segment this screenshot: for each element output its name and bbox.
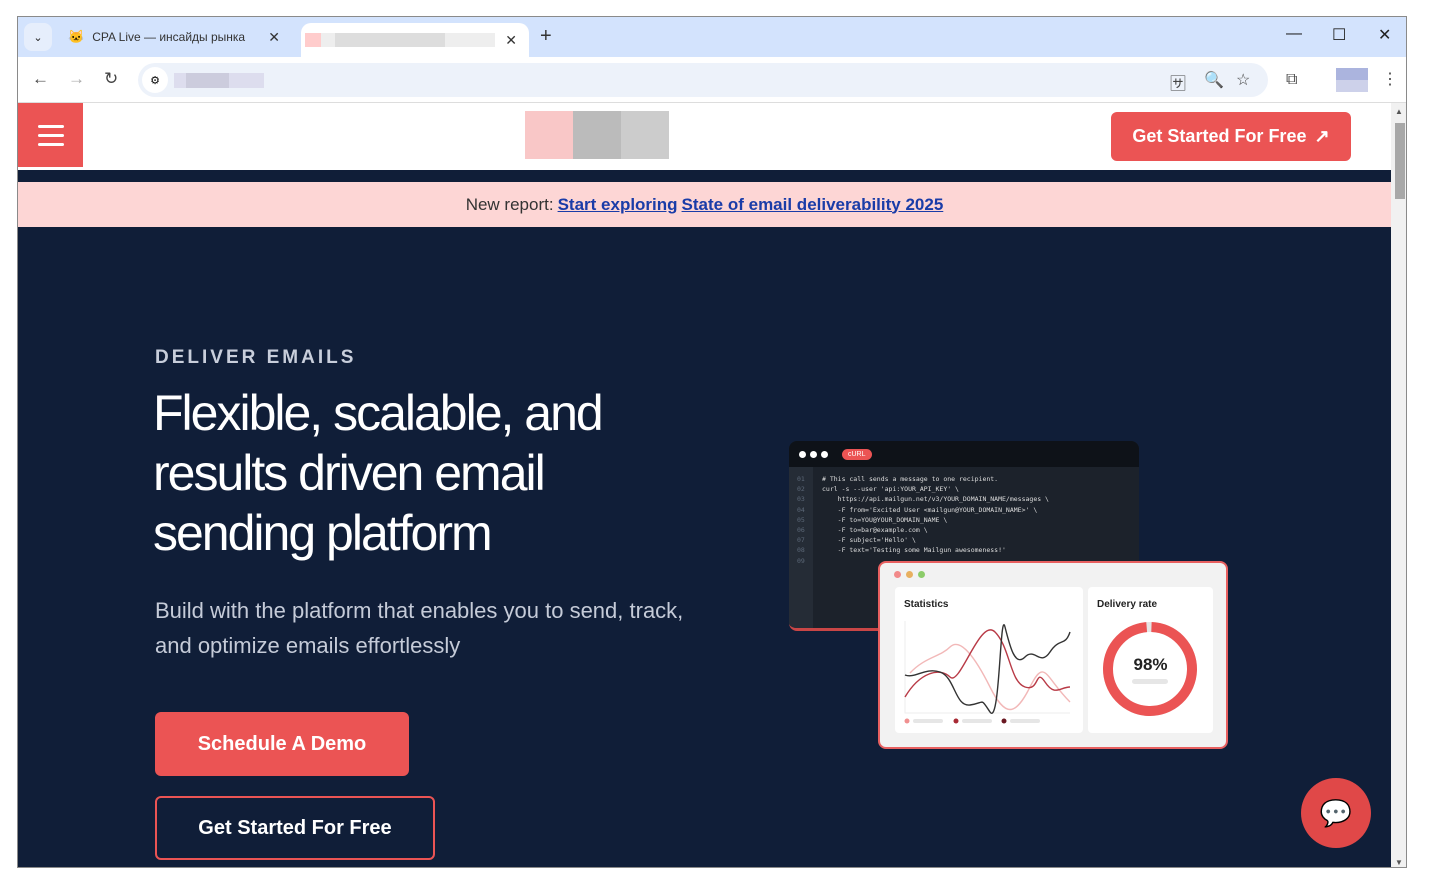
tab-bar: ⌄ 🐱 CPA Live — инсайды рынка ✕ ✕ + — ☐ ✕ xyxy=(18,17,1406,57)
tune-icon: ⚙ xyxy=(150,74,160,87)
delivery-rate-card: Delivery rate 98% xyxy=(1088,587,1213,733)
hero-eyebrow: DELIVER EMAILS xyxy=(155,347,357,368)
code-snippet: # This call sends a message to one recip… xyxy=(822,475,1049,555)
hero-title: Flexible, scalable, and results driven e… xyxy=(153,385,604,561)
get-started-button[interactable]: Get Started For Free xyxy=(155,796,435,860)
banner-prefix: New report: xyxy=(465,194,554,214)
back-button[interactable]: ← xyxy=(32,69,49,89)
button-label: Get Started For Free xyxy=(1132,126,1307,146)
cat-favicon-icon: 🐱 xyxy=(68,29,85,44)
scrollbar[interactable]: ▲ ▼ xyxy=(1391,103,1406,867)
tab-cpa-live[interactable]: 🐱 CPA Live — инсайды рынка ✕ xyxy=(62,17,292,57)
blurred-url xyxy=(174,73,264,88)
close-tab-icon[interactable]: ✕ xyxy=(505,32,517,49)
curl-badge: cURL xyxy=(842,448,872,460)
statistics-card: Statistics xyxy=(895,587,1083,733)
chat-bubbles-icon: 💬 xyxy=(1319,797,1353,828)
scroll-down-icon[interactable]: ▼ xyxy=(1395,858,1403,867)
browser-window: ⌄ 🐱 CPA Live — инсайды рынка ✕ ✕ + — ☐ ✕… xyxy=(17,16,1407,868)
external-link-icon: ↗ xyxy=(1314,126,1330,146)
delivery-rate-value: 98% xyxy=(1133,655,1168,674)
forward-button[interactable]: → xyxy=(68,69,85,89)
site-header: Get Started For Free ↗ xyxy=(18,103,1391,170)
scroll-up-icon[interactable]: ▲ xyxy=(1395,107,1403,116)
address-bar[interactable]: ⚙ 🈂 🔍 ☆ xyxy=(138,63,1268,97)
line-numbers: 01 02 03 04 05 06 07 08 09 xyxy=(797,475,805,565)
tab-search-button[interactable]: ⌄ xyxy=(24,23,52,51)
puzzle-icon[interactable]: ⧉ xyxy=(1286,71,1297,89)
profile-avatar[interactable] xyxy=(1336,68,1368,92)
kebab-icon[interactable]: ⋮ xyxy=(1382,69,1398,89)
star-icon[interactable]: ☆ xyxy=(1236,70,1250,90)
zoom-icon[interactable]: 🔍 xyxy=(1204,70,1224,90)
schedule-demo-button[interactable]: Schedule A Demo xyxy=(155,712,409,776)
close-window-button[interactable]: ✕ xyxy=(1378,25,1391,45)
announcement-banner: New report: Start exploring State of ema… xyxy=(18,182,1391,227)
maximize-button[interactable]: ☐ xyxy=(1332,25,1346,45)
tab-title: CPA Live — инсайды рынка xyxy=(92,30,246,44)
reload-button[interactable]: ↻ xyxy=(104,69,118,89)
chat-button[interactable]: 💬 xyxy=(1301,778,1371,848)
new-tab-button[interactable]: + xyxy=(540,25,552,48)
scrollbar-thumb[interactable] xyxy=(1395,123,1405,199)
statistics-sparkline xyxy=(904,621,1071,724)
header-get-started-button[interactable]: Get Started For Free ↗ xyxy=(1111,112,1351,161)
banner-link-start-exploring[interactable]: Start exploring xyxy=(558,195,678,215)
tab-active[interactable]: ✕ xyxy=(301,23,529,57)
site-info-button[interactable]: ⚙ xyxy=(142,67,168,93)
site-logo-blurred[interactable] xyxy=(525,111,669,159)
hero-subtitle: Build with the platform that enables you… xyxy=(155,598,684,658)
chevron-down-icon: ⌄ xyxy=(33,31,43,44)
close-tab-icon[interactable]: ✕ xyxy=(268,29,280,46)
minimize-button[interactable]: — xyxy=(1286,25,1302,43)
banner-link-report[interactable]: State of email deliverability 2025 xyxy=(682,195,944,215)
blurred-tab-title xyxy=(305,33,495,47)
translate-icon[interactable]: 🈂 xyxy=(1170,70,1186,94)
dashboard-illustration: Statistics Delivery rate 98% xyxy=(878,561,1228,749)
web-page: Get Started For Free ↗ New report: Start… xyxy=(18,103,1391,867)
hamburger-icon[interactable] xyxy=(18,103,83,167)
toolbar: ← → ↻ ⚙ 🈂 🔍 ☆ ⧉ ⋮ xyxy=(18,57,1406,103)
